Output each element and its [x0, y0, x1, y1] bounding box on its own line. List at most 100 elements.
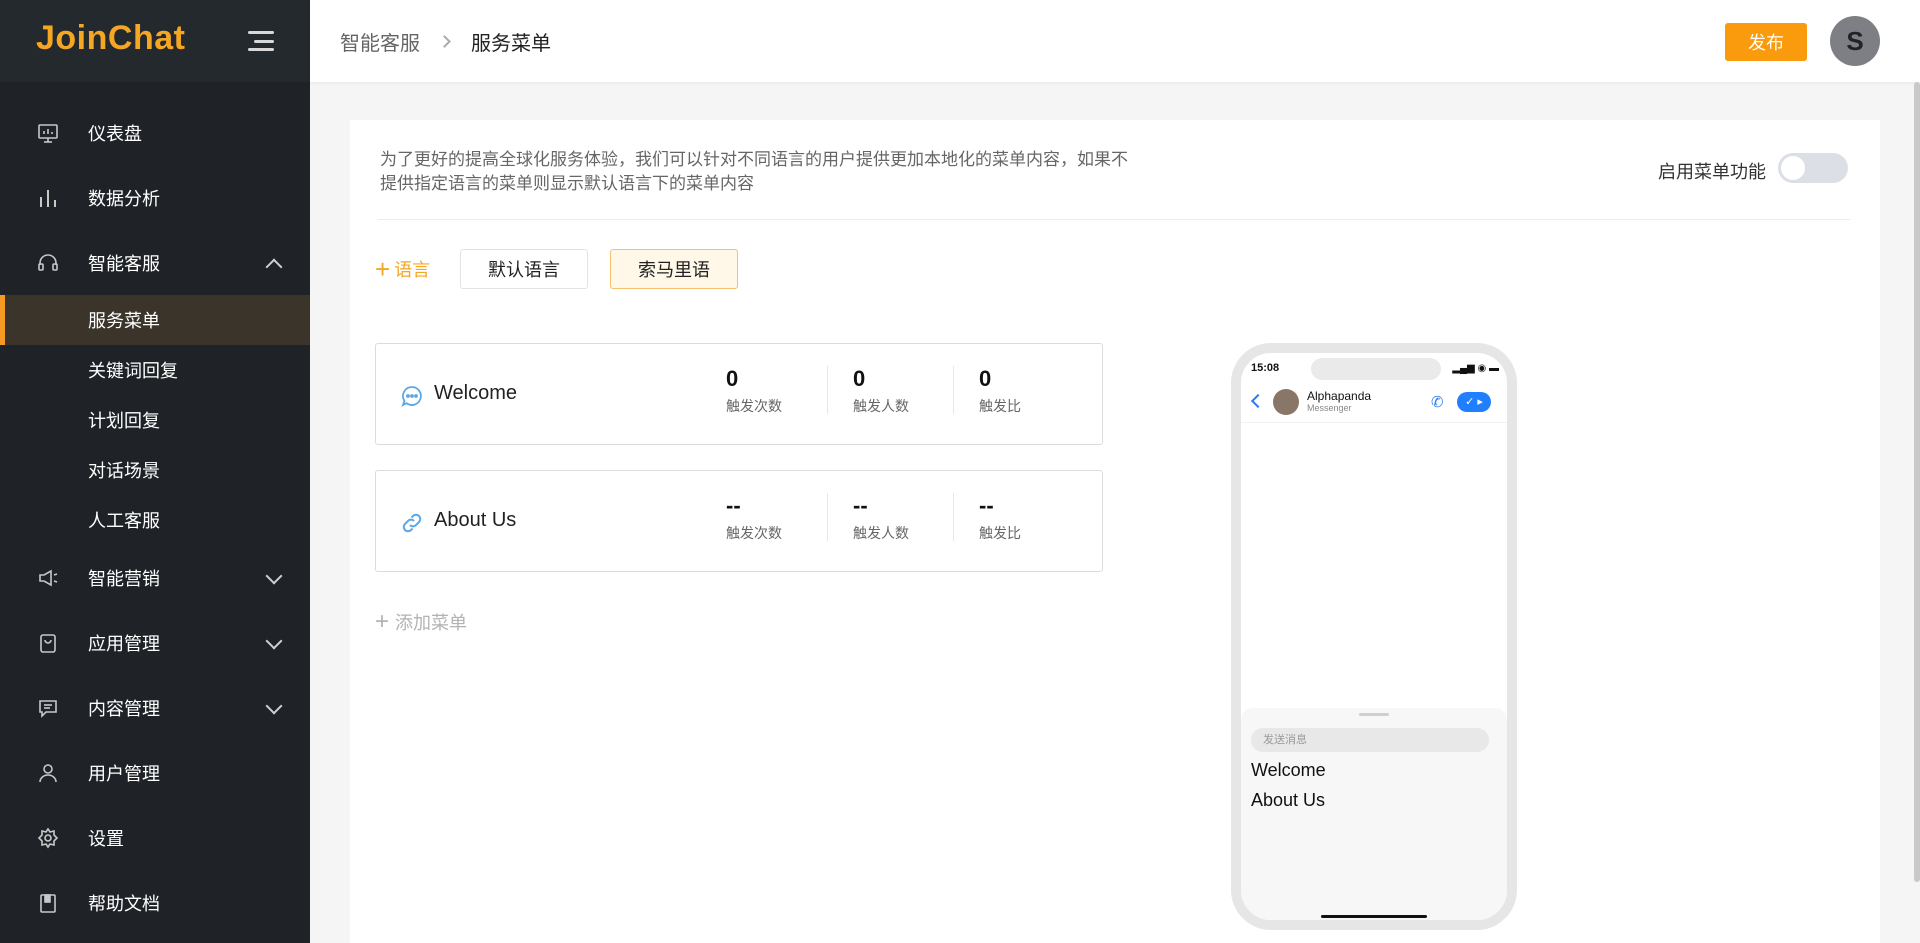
gear-icon [36, 826, 60, 850]
sidebar-menu: 仪表盘 数据分析 智能客服 服务菜单 关键词回复 计划回复 对话场景 人工客服 … [0, 82, 310, 935]
sidebar-item-help[interactable]: 帮助文档 [0, 870, 310, 935]
menu-toggle-icon[interactable] [248, 31, 274, 51]
bar-chart-icon [36, 186, 60, 210]
sidebar-item-marketing[interactable]: 智能营销 [0, 545, 310, 610]
message-input[interactable]: 发送消息 [1251, 728, 1489, 752]
breadcrumb-current: 服务菜单 [471, 32, 551, 55]
description-text: 为了更好的提高全球化服务体验，我们可以针对不同语言的用户提供更加本地化的菜单内容… [380, 150, 1128, 193]
sidebar-item-smart-service[interactable]: 智能客服 [0, 230, 310, 295]
phone-menu-item-welcome[interactable]: Welcome [1251, 760, 1326, 781]
breadcrumb-parent[interactable]: 智能客服 [340, 27, 420, 56]
add-menu-label: 添加菜单 [395, 613, 468, 633]
tab-default-language[interactable]: 默认语言 [460, 249, 588, 289]
phone-notch [1311, 358, 1441, 380]
sidebar-item-users[interactable]: 用户管理 [0, 740, 310, 805]
sidebar: JoinChat 仪表盘 数据分析 智能客服 服务菜单 关键词回复 计划回复 对… [0, 0, 310, 943]
sidebar-item-analytics[interactable]: 数据分析 [0, 165, 310, 230]
brand-logo-art: JoinChat [36, 19, 185, 57]
home-indicator [1321, 915, 1427, 918]
sidebar-item-label: 设置 [88, 828, 124, 849]
stat-value: 0 [979, 366, 992, 391]
contact-subtitle: Messenger [1307, 403, 1352, 413]
back-arrow-icon[interactable] [1250, 393, 1266, 409]
chevron-down-icon [265, 567, 283, 584]
stat-label: 触发人数 [853, 398, 909, 414]
phone-menu-item-about-us[interactable]: About Us [1251, 790, 1325, 811]
menu-sheet: 发送消息 Welcome About Us [1241, 708, 1507, 920]
stat-value: 0 [853, 366, 866, 391]
service-menu-panel: 为了更好的提高全球化服务体验，我们可以针对不同语言的用户提供更加本地化的菜单内容… [350, 120, 1880, 943]
stat-label: 触发人数 [853, 525, 909, 541]
user-avatar[interactable]: S [1830, 16, 1880, 66]
sidebar-item-dashboard[interactable]: 仪表盘 [0, 100, 310, 165]
top-header: 智能客服 服务菜单 [310, 0, 1920, 82]
tab-somali-language[interactable]: 索马里语 [610, 249, 738, 289]
sidebar-item-label: 数据分析 [88, 188, 160, 209]
stat-value: -- [979, 493, 994, 518]
book-icon [36, 891, 60, 915]
sidebar-item-label: 帮助文档 [88, 893, 160, 914]
contact-name: Alphapanda [1307, 389, 1372, 403]
stat-trigger-ratio: -- 触发比 [979, 493, 1079, 543]
sidebar-subitem-human-agent[interactable]: 人工客服 [0, 495, 310, 545]
check-action-icon[interactable]: ✓ ▸ [1457, 392, 1491, 412]
phone-call-icon[interactable]: ✆ [1431, 393, 1444, 411]
stat-value: -- [726, 493, 741, 518]
chevron-down-icon [265, 697, 283, 714]
sidebar-item-label: 应用管理 [88, 633, 160, 654]
stat-divider [953, 366, 954, 414]
menu-card-welcome[interactable]: Welcome 0 触发次数 0 触发人数 0 触发比 [375, 343, 1103, 445]
stat-trigger-count: 0 触发次数 [726, 366, 826, 416]
sidebar-item-label: 用户管理 [88, 763, 160, 784]
app-icon [36, 631, 60, 655]
add-menu-button[interactable]: + 添加菜单 [375, 608, 467, 636]
stat-value: -- [853, 493, 868, 518]
sidebar-item-label: 内容管理 [88, 698, 160, 719]
stat-trigger-count: -- 触发次数 [726, 493, 826, 543]
stat-divider [827, 493, 828, 541]
add-language-button[interactable]: + 语言 [375, 256, 430, 282]
menu-title: About Us [434, 509, 517, 531]
stat-value: 0 [726, 366, 739, 391]
svg-text:JoinChat: JoinChat [36, 19, 185, 57]
enable-menu-label: 启用菜单功能 [1658, 162, 1766, 182]
stat-label: 触发次数 [726, 525, 782, 541]
phone-status-bar: 15:08 ▂▄▆ ◉ ▬ [1241, 353, 1507, 383]
phone-preview: 15:08 ▂▄▆ ◉ ▬ Alphapanda Messenger ✆ ✓ ▸… [1231, 343, 1517, 930]
stat-label: 触发比 [979, 398, 1021, 414]
toggle-knob [1781, 156, 1805, 180]
enable-menu-toggle[interactable] [1778, 153, 1848, 183]
logo-bar: JoinChat [0, 0, 310, 82]
sidebar-item-apps[interactable]: 应用管理 [0, 610, 310, 675]
stat-divider [827, 366, 828, 414]
stat-trigger-users: -- 触发人数 [853, 493, 953, 543]
link-icon [402, 513, 422, 533]
contact-avatar [1273, 389, 1299, 415]
sidebar-item-content[interactable]: 内容管理 [0, 675, 310, 740]
chat-header: Alphapanda Messenger ✆ ✓ ▸ [1241, 383, 1507, 423]
menu-card-about-us[interactable]: About Us -- 触发次数 -- 触发人数 -- 触发比 [375, 470, 1103, 572]
page-scrollbar[interactable] [1914, 82, 1920, 882]
sidebar-item-label: 智能客服 [88, 253, 160, 274]
stat-label: 触发比 [979, 525, 1021, 541]
sidebar-subitem-keyword-reply[interactable]: 关键词回复 [0, 345, 310, 395]
plus-icon: + [375, 608, 390, 635]
sidebar-item-label: 仪表盘 [88, 123, 142, 144]
brand-logo[interactable]: JoinChat [36, 17, 206, 66]
sidebar-subitem-service-menu[interactable]: 服务菜单 [0, 295, 310, 345]
divider [378, 219, 1850, 220]
dashboard-icon [36, 121, 60, 145]
stat-divider [953, 493, 954, 541]
sheet-grabber [1359, 713, 1389, 716]
phone-time: 15:08 [1251, 362, 1280, 374]
signal-battery-icon: ▂▄▆ ◉ ▬ [1452, 363, 1499, 374]
sidebar-subitem-dialog-scene[interactable]: 对话场景 [0, 445, 310, 495]
publish-button[interactable]: 发布 [1725, 23, 1807, 61]
sidebar-item-settings[interactable]: 设置 [0, 805, 310, 870]
menu-title: Welcome [434, 382, 517, 404]
chat-bubble-icon [401, 386, 422, 407]
sidebar-subitem-scheduled-reply[interactable]: 计划回复 [0, 395, 310, 445]
headset-icon [36, 251, 60, 275]
stat-label: 触发次数 [726, 398, 782, 414]
megaphone-icon [36, 566, 60, 590]
